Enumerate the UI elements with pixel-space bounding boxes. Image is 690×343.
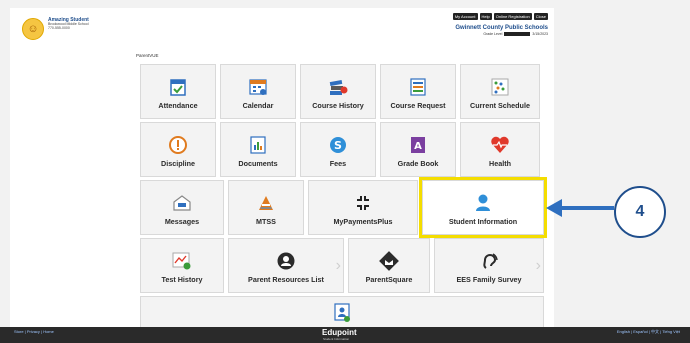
parentsquare-icon bbox=[379, 251, 399, 271]
tile-fees[interactable]: S Fees bbox=[300, 122, 376, 177]
tile-student-view[interactable] bbox=[140, 296, 544, 328]
tile-label: ParentSquare bbox=[365, 275, 413, 284]
footer: Store | Privacy | Home Edupoint Student … bbox=[0, 327, 690, 343]
tile-messages[interactable]: Messages bbox=[140, 180, 224, 235]
discipline-icon bbox=[168, 135, 188, 155]
payments-icon bbox=[353, 193, 373, 213]
district-date: 3/15/2023 bbox=[532, 32, 548, 36]
tile-health[interactable]: Health bbox=[460, 122, 540, 177]
chevron-right-icon: › bbox=[335, 256, 341, 274]
fees-icon: S bbox=[328, 135, 348, 155]
edupoint-logo-sub: Student Information bbox=[323, 337, 350, 341]
attendance-icon bbox=[170, 77, 186, 97]
student-view-icon bbox=[333, 303, 351, 323]
svg-text:S: S bbox=[334, 139, 342, 152]
district-name: Gwinnett County Public Schools bbox=[455, 25, 548, 31]
messages-icon bbox=[172, 193, 192, 213]
help-link[interactable]: Help bbox=[479, 13, 492, 20]
tile-grade-book[interactable]: A Grade Book bbox=[380, 122, 456, 177]
tile-label: Course History bbox=[312, 101, 364, 110]
callout-arrow bbox=[546, 199, 614, 217]
tile-discipline[interactable]: Discipline bbox=[140, 122, 216, 177]
parent-resources-icon bbox=[276, 251, 296, 271]
tile-label: EES Family Survey bbox=[456, 275, 522, 284]
tile-label: Attendance bbox=[158, 101, 198, 110]
tile-test-history[interactable]: Test History bbox=[140, 238, 224, 293]
tile-label: Current Schedule bbox=[470, 101, 530, 110]
tile-label: Course Request bbox=[390, 101, 446, 110]
language-links[interactable]: English | Español | 中文 | Tiếng Việt bbox=[617, 329, 680, 335]
svg-text:A: A bbox=[414, 141, 422, 152]
schedule-icon bbox=[491, 77, 509, 97]
tile-label: Fees bbox=[329, 159, 347, 168]
chevron-right-icon: › bbox=[535, 256, 541, 274]
tile-current-schedule[interactable]: Current Schedule bbox=[460, 64, 540, 119]
top-links: My Account Help Online Registration Clos… bbox=[452, 13, 548, 20]
test-history-icon bbox=[172, 251, 192, 271]
course-request-icon bbox=[409, 77, 427, 97]
callout-step-number: 4 bbox=[614, 186, 666, 238]
tile-ees-family-survey[interactable]: EES Family Survey › bbox=[434, 238, 544, 293]
mtss-icon bbox=[257, 193, 275, 213]
district-block: Gwinnett County Public Schools Grade Lev… bbox=[455, 25, 548, 36]
health-icon bbox=[490, 135, 510, 155]
tile-course-history[interactable]: Course History bbox=[300, 64, 376, 119]
district-sub-label: Grade Level bbox=[483, 32, 503, 36]
close-link[interactable]: Close bbox=[533, 13, 548, 20]
tile-label: Health bbox=[489, 159, 511, 168]
my-account-link[interactable]: My Account bbox=[452, 13, 478, 20]
edupoint-logo: Edupoint bbox=[322, 328, 357, 337]
avatar[interactable]: ☺ bbox=[22, 18, 44, 40]
tile-label: Documents bbox=[238, 159, 278, 168]
tile-parentsquare[interactable]: ParentSquare bbox=[348, 238, 430, 293]
calendar-icon bbox=[249, 77, 267, 97]
tile-label: MTSS bbox=[256, 217, 276, 226]
online-registration-link[interactable]: Online Registration bbox=[493, 13, 532, 20]
tile-label: Discipline bbox=[161, 159, 195, 168]
tile-label: Parent Resources List bbox=[248, 275, 324, 284]
tile-label: MyPaymentsPlus bbox=[333, 217, 393, 226]
tile-calendar[interactable]: Calendar bbox=[220, 64, 296, 119]
course-history-icon bbox=[328, 77, 348, 97]
tile-documents[interactable]: Documents bbox=[220, 122, 296, 177]
footer-links[interactable]: Store | Privacy | Home bbox=[14, 329, 54, 334]
tile-label: Messages bbox=[164, 217, 200, 226]
tile-attendance[interactable]: Attendance bbox=[140, 64, 216, 119]
student-info-icon bbox=[474, 193, 492, 213]
tile-parent-resources-list[interactable]: Parent Resources List › bbox=[228, 238, 344, 293]
documents-icon bbox=[249, 135, 267, 155]
user-block: ☺ Amazing Student Brookwood Middle Schoo… bbox=[22, 17, 89, 40]
tile-label: Student Information bbox=[448, 217, 518, 226]
tile-course-request[interactable]: Course Request bbox=[380, 64, 456, 119]
grade-book-icon: A bbox=[409, 135, 427, 155]
tile-label: Grade Book bbox=[397, 159, 439, 168]
tile-mypaymentsplus[interactable]: MyPaymentsPlus bbox=[308, 180, 418, 235]
user-phone: 770-555-0000 bbox=[48, 25, 70, 30]
tile-label: Test History bbox=[161, 275, 203, 284]
redacted-field bbox=[504, 32, 531, 36]
survey-icon bbox=[479, 251, 499, 271]
tile-mtss[interactable]: MTSS bbox=[228, 180, 304, 235]
breadcrumb: ParentVUE bbox=[136, 53, 159, 58]
tile-student-information[interactable]: Student Information bbox=[419, 177, 547, 238]
tile-label: Calendar bbox=[242, 101, 274, 110]
